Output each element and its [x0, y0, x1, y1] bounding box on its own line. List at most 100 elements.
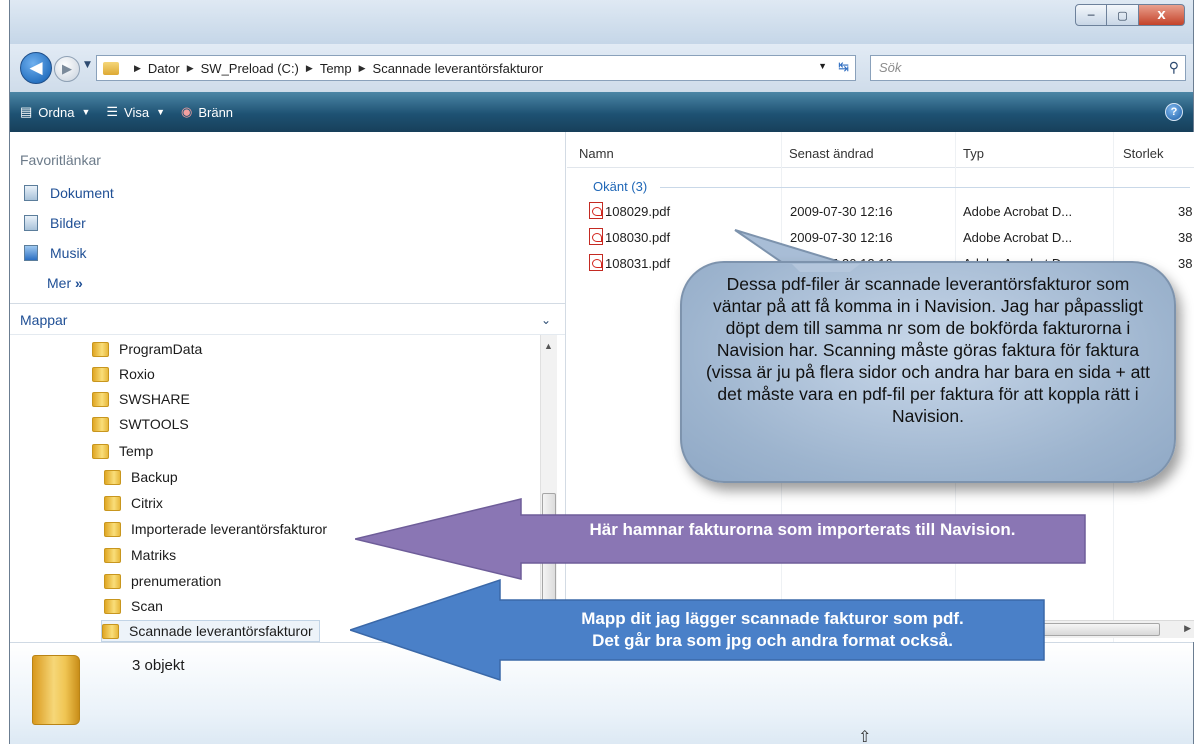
- column-name[interactable]: Namn: [579, 146, 614, 161]
- favorite-dokument[interactable]: Dokument: [24, 185, 114, 201]
- burn-button[interactable]: ◉ Bränn: [181, 104, 233, 120]
- tree-folder-matriks[interactable]: Matriks: [104, 544, 176, 566]
- breadcrumb-dator[interactable]: Dator: [148, 61, 180, 76]
- file-row[interactable]: 108030.pdf 2009-07-30 12:16 Adobe Acroba…: [567, 227, 1194, 251]
- tree-label: Importerade leverantörsfakturor: [131, 521, 328, 537]
- breadcrumb-temp[interactable]: Temp: [320, 61, 352, 76]
- folder-icon: [104, 547, 121, 563]
- file-name: 108031.pdf: [605, 256, 671, 271]
- folder-icon: [92, 341, 109, 357]
- callout-text: Dessa pdf-filer är scannade leverantörsf…: [705, 274, 1151, 426]
- maximize-button[interactable]: ▢: [1107, 4, 1139, 26]
- file-size: 38: [1178, 204, 1193, 219]
- pictures-icon: [24, 215, 38, 231]
- tree-folder-backup[interactable]: Backup: [104, 466, 178, 488]
- search-input[interactable]: Sök ⚲: [870, 55, 1186, 81]
- column-type[interactable]: Typ: [963, 146, 984, 161]
- folder-icon: [104, 521, 121, 537]
- view-label: Visa: [124, 104, 150, 120]
- favorite-label: Musik: [50, 245, 87, 261]
- large-folder-icon: [32, 655, 80, 725]
- chevron-down-icon: ⌄: [540, 313, 551, 327]
- folder-icon: [104, 469, 121, 485]
- documents-icon: [24, 185, 38, 201]
- purple-arrow-text: Här hamnar fakturorna som importerats ti…: [589, 520, 1016, 539]
- address-dropdown-icon[interactable]: ▼: [818, 61, 827, 71]
- folders-title: Mappar: [20, 312, 68, 328]
- group-header-unknown[interactable]: Okänt (3): [593, 179, 647, 194]
- scroll-up-icon[interactable]: ▲: [544, 341, 553, 351]
- favorite-bilder[interactable]: Bilder: [24, 215, 86, 231]
- annotation-callout: Dessa pdf-filer är scannade leverantörsf…: [680, 261, 1176, 483]
- column-date[interactable]: Senast ändrad: [789, 146, 874, 161]
- column-size[interactable]: Storlek: [1123, 146, 1163, 161]
- folder-icon: [92, 391, 109, 407]
- breadcrumb-separator-icon[interactable]: ▶: [306, 63, 313, 74]
- view-button[interactable]: ☰ Visa ▼: [106, 104, 165, 120]
- file-type: Adobe Acrobat D...: [963, 204, 1073, 219]
- title-bar: ─ ▢ X: [10, 0, 1193, 44]
- breadcrumb-drive[interactable]: SW_Preload (C:): [201, 61, 299, 76]
- tree-folder-scannade-selected[interactable]: Scannade leverantörsfakturor: [101, 620, 320, 642]
- organize-icon: ▤: [20, 104, 33, 119]
- tree-label: SWTOOLS: [119, 416, 189, 432]
- tree-folder-swshare[interactable]: SWSHARE: [92, 388, 190, 410]
- tree-label: Scan: [131, 598, 163, 614]
- item-count: 3 objekt: [132, 657, 185, 674]
- tree-folder-prenumeration[interactable]: prenumeration: [104, 570, 221, 592]
- address-bar[interactable]: ▶ Dator ▶ SW_Preload (C:) ▶ Temp ▶ Scann…: [96, 55, 856, 81]
- burn-disc-icon: ◉: [181, 104, 193, 119]
- folder-open-icon: [92, 443, 109, 459]
- breadcrumb-current[interactable]: Scannade leverantörsfakturor: [373, 61, 544, 76]
- music-icon: [24, 245, 38, 261]
- back-arrow-icon[interactable]: ◀: [20, 52, 52, 84]
- tree-folder-programdata[interactable]: ProgramData: [92, 338, 202, 360]
- close-button[interactable]: X: [1139, 4, 1185, 26]
- tree-folder-roxio[interactable]: Roxio: [92, 363, 155, 385]
- file-row[interactable]: 108029.pdf 2009-07-30 12:16 Adobe Acroba…: [567, 201, 1194, 225]
- tree-folder-citrix[interactable]: Citrix: [104, 492, 163, 514]
- scroll-right-icon[interactable]: ▶: [1184, 623, 1191, 634]
- file-name: 108029.pdf: [605, 204, 671, 219]
- tree-label: ProgramData: [119, 341, 203, 357]
- pdf-icon: [589, 228, 603, 245]
- folder-icon: [102, 623, 119, 639]
- search-placeholder: Sök: [879, 60, 902, 75]
- breadcrumb-separator-icon[interactable]: ▶: [359, 63, 366, 74]
- favorites-more-link[interactable]: Mer »: [47, 275, 83, 291]
- file-size: 38: [1178, 256, 1193, 271]
- folder-icon: [92, 366, 109, 382]
- help-icon[interactable]: ?: [1165, 103, 1183, 121]
- tree-folder-temp[interactable]: Temp: [92, 440, 153, 462]
- folders-header[interactable]: Mappar ⌄: [10, 303, 565, 335]
- mouse-cursor-icon: ⇧: [858, 727, 872, 746]
- tree-label: Roxio: [119, 366, 155, 382]
- favorites-title: Favoritlänkar: [20, 152, 101, 168]
- favorite-musik[interactable]: Musik: [24, 245, 87, 261]
- file-date: 2009-07-30 12:16: [790, 230, 893, 245]
- refresh-icon[interactable]: ↹: [838, 59, 849, 75]
- folder-icon: [92, 416, 109, 432]
- breadcrumb-separator-icon[interactable]: ▶: [134, 63, 141, 74]
- favorite-label: Dokument: [50, 185, 114, 201]
- details-pane: 3 objekt ⇧: [10, 642, 1193, 746]
- history-dropdown-icon[interactable]: ▼: [84, 60, 91, 70]
- tree-folder-scan[interactable]: Scan: [104, 595, 163, 617]
- tree-scrollbar[interactable]: ▲: [540, 335, 557, 640]
- forward-arrow-icon[interactable]: ▶: [54, 56, 80, 82]
- minimize-button[interactable]: ─: [1075, 4, 1107, 26]
- folder-icon: [104, 598, 121, 614]
- more-label: Mer: [47, 275, 72, 291]
- navigation-pane: Favoritlänkar Dokument Bilder Musik Mer …: [10, 132, 566, 642]
- favorite-label: Bilder: [50, 215, 86, 231]
- breadcrumb-separator-icon[interactable]: ▶: [187, 63, 194, 74]
- search-icon[interactable]: ⚲: [1169, 59, 1179, 76]
- organize-button[interactable]: ▤ Ordna ▼: [20, 104, 90, 120]
- chevron-down-icon: ▼: [81, 107, 91, 117]
- view-icon: ☰: [106, 104, 119, 119]
- blue-arrow-text-line1: Mapp dit jag lägger scannade fakturor so…: [581, 609, 964, 628]
- tree-label: Scannade leverantörsfakturor: [129, 623, 313, 639]
- scrollbar-thumb[interactable]: [542, 493, 556, 603]
- tree-folder-importerade[interactable]: Importerade leverantörsfakturor: [104, 518, 327, 540]
- tree-folder-swtools[interactable]: SWTOOLS: [92, 413, 189, 435]
